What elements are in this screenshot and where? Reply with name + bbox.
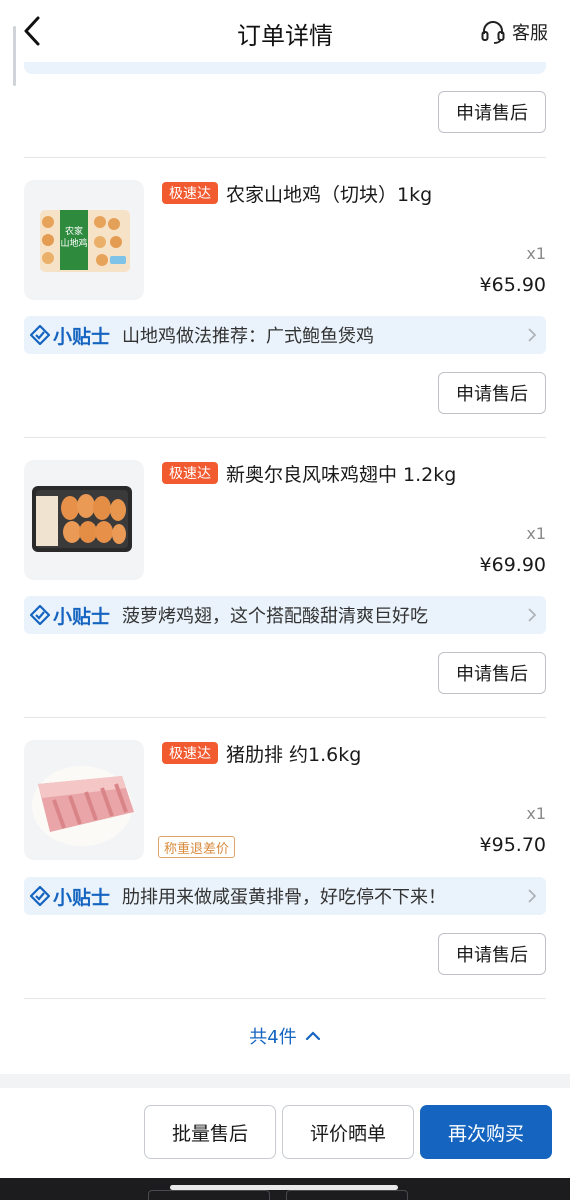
item-count-label: 共4件 [249,1027,297,1048]
divider [24,998,546,999]
diamond-check-icon [30,886,50,906]
section-separator [0,1074,570,1088]
product-quantity: x1 [526,524,546,543]
header-bar: 订单详情 客服 [0,0,570,62]
product-price: ¥69.90 [479,554,546,576]
scroll-indicator [13,26,16,86]
product-name[interactable]: 猪肋排 约1.6kg [226,740,361,767]
chevron-up-icon [305,1031,320,1041]
customer-service-button[interactable]: 客服 [480,18,548,46]
buy-again-button[interactable]: 再次购买 [420,1105,552,1159]
product-image-chicken: 农家 山地鸡 [24,180,144,300]
product-image-ribs [24,740,144,860]
item-count-toggle[interactable]: 共4件 [0,1022,570,1050]
tip-banner[interactable]: 小贴士 菠萝烤鸡翅，这个搭配酸甜清爽巨好吃 [24,596,546,634]
express-badge: 极速达 [162,742,218,764]
product-name[interactable]: 农家山地鸡（切块）1kg [226,180,432,207]
after-sale-button[interactable]: 申请售后 [438,372,546,414]
tip-text: 山地鸡做法推荐：广式鲍鱼煲鸡 [122,326,375,347]
tip-text: 菠萝烤鸡翅，这个搭配酸甜清爽巨好吃 [122,606,429,627]
product-price: ¥95.70 [479,834,546,856]
after-sale-button[interactable]: 申请售后 [438,652,546,694]
package-label-line1: 农家 [65,225,83,237]
chevron-right-icon [528,608,537,622]
product-price: ¥65.90 [479,274,546,296]
tip-text: 肋排用来做咸蛋黄排骨，好吃停不下来！ [122,887,447,908]
tip-logo-text: 小贴士 [53,325,111,348]
ghost-reflection [148,1190,270,1200]
tip-logo-text: 小贴士 [53,886,111,909]
product-name[interactable]: 新奥尔良风味鸡翅中 1.2kg [226,460,456,487]
weigh-refund-tag: 称重退差价 [158,836,236,858]
tip-logo: 小贴士 [30,602,110,629]
chevron-right-icon [528,328,537,342]
diamond-check-icon [30,325,50,345]
customer-service-label: 客服 [512,23,548,44]
product-quantity: x1 [526,244,546,263]
tip-logo: 小贴士 [30,883,110,910]
tip-logo-text: 小贴士 [53,605,111,628]
tip-banner[interactable]: 小贴士 肋排用来做咸蛋黄排骨，好吃停不下来！ [24,877,546,915]
chevron-right-icon [528,889,537,903]
headset-icon [481,21,505,44]
system-navigation-bar [0,1178,570,1200]
batch-after-sale-button[interactable]: 批量售后 [144,1105,276,1159]
express-badge: 极速达 [162,462,218,484]
package-label-line2: 山地鸡 [60,237,87,249]
after-sale-button[interactable]: 申请售后 [438,91,546,133]
review-button[interactable]: 评价晒单 [282,1105,414,1159]
product-quantity: x1 [526,804,546,823]
product-image-wings [24,460,144,580]
home-indicator[interactable] [170,1185,398,1190]
diamond-check-icon [30,605,50,625]
ghost-reflection [286,1190,408,1200]
bottom-action-bar: 批量售后 评价晒单 再次购买 [0,1088,570,1178]
express-badge: 极速达 [162,182,218,204]
after-sale-button[interactable]: 申请售后 [438,933,546,975]
tip-banner[interactable]: 小贴士 山地鸡做法推荐：广式鲍鱼煲鸡 [24,316,546,354]
tip-logo: 小贴士 [30,322,110,349]
